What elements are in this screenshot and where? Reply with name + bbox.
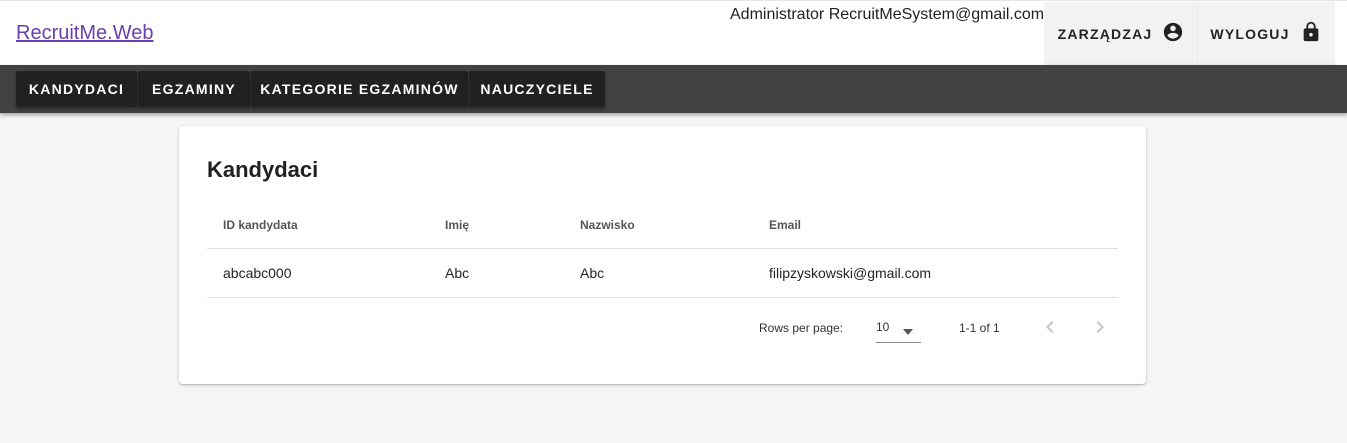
header-divider bbox=[207, 248, 1118, 249]
column-header-first-name[interactable]: Imię bbox=[445, 218, 469, 232]
pagination-range: 1-1 of 1 bbox=[959, 321, 1000, 335]
user-info-text: Administrator RecruitMeSystem@gmail.com bbox=[730, 6, 1045, 23]
page-title: Kandydaci bbox=[207, 157, 319, 182]
cell-last-name: Abc bbox=[580, 265, 605, 281]
nav-candidates[interactable]: KANDYDACI bbox=[16, 71, 137, 107]
column-header-id[interactable]: ID kandydata bbox=[223, 218, 298, 232]
brand-link[interactable]: RecruitMe.Web bbox=[16, 22, 153, 45]
dropdown-arrow-icon bbox=[902, 323, 914, 341]
nav-exams[interactable]: EGZAMINY bbox=[138, 71, 250, 107]
rows-per-page-select[interactable]: 10 bbox=[876, 314, 921, 343]
top-app-bar: RecruitMe.Web Administrator RecruitMeSys… bbox=[0, 0, 1347, 65]
nav-exam-categories[interactable]: KATEGORIE EGZAMINÓW bbox=[251, 71, 468, 107]
rows-per-page-value: 10 bbox=[876, 320, 890, 334]
main-navigation: KANDYDACI EGZAMINY KATEGORIE EGZAMINÓW N… bbox=[0, 65, 1347, 113]
column-header-email[interactable]: Email bbox=[769, 218, 801, 232]
logout-button[interactable]: WYLOGUJ bbox=[1198, 2, 1334, 65]
manage-button[interactable]: ZARZĄDZAJ bbox=[1045, 2, 1197, 65]
account-circle-icon bbox=[1162, 21, 1184, 46]
cell-first-name: Abc bbox=[445, 265, 470, 281]
chevron-right-icon bbox=[1088, 321, 1112, 343]
rows-per-page-label: Rows per page: bbox=[759, 321, 844, 335]
previous-page-button[interactable] bbox=[1038, 315, 1062, 339]
chevron-left-icon bbox=[1038, 321, 1062, 343]
lock-icon bbox=[1300, 21, 1322, 46]
manage-button-label: ZARZĄDZAJ bbox=[1057, 25, 1153, 42]
row-divider bbox=[207, 297, 1118, 298]
column-header-last-name[interactable]: Nazwisko bbox=[580, 218, 635, 232]
nav-teachers[interactable]: NAUCZYCIELE bbox=[469, 71, 605, 107]
cell-candidate-id: abcabc000 bbox=[223, 265, 292, 281]
cell-email: filipzyskowski@gmail.com bbox=[769, 265, 932, 281]
candidates-card: Kandydaci ID kandydata Imię Nazwisko Ema… bbox=[179, 126, 1146, 384]
next-page-button[interactable] bbox=[1088, 315, 1112, 339]
logout-button-label: WYLOGUJ bbox=[1210, 25, 1290, 42]
